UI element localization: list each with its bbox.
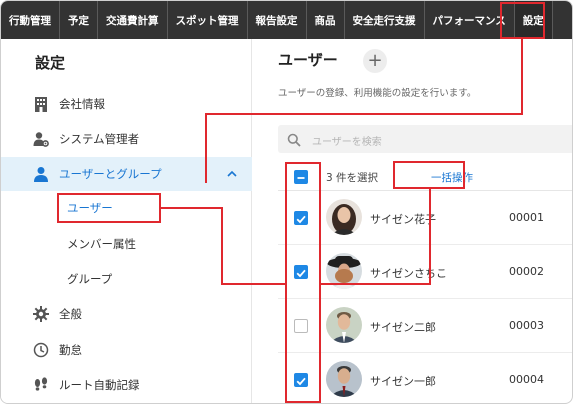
table-row[interactable]: サイゼン一郎 00004 (278, 353, 572, 403)
avatar (326, 361, 362, 397)
nav-item-products[interactable]: 商品 (307, 1, 345, 39)
table-row[interactable]: サイゼンさちこ 00002 (278, 245, 572, 299)
avatar (326, 199, 362, 235)
page-description: ユーザーの登録、利用機能の設定を行います。 (278, 88, 477, 99)
nav-item-safe-driving[interactable]: 安全走行支援 (345, 1, 425, 39)
sidebar-item-label: 会社情報 (59, 97, 105, 111)
sidebar-item-users-and-groups[interactable]: ユーザーとグループ (1, 157, 252, 191)
footprints-icon (33, 377, 49, 393)
user-code: 00002 (509, 265, 544, 278)
user-name: サイゼン二郎 (370, 321, 436, 334)
table-row[interactable]: サイゼン花子 00001 (278, 191, 572, 245)
building-icon (33, 96, 49, 112)
sidebar-item-general[interactable]: 全般 (1, 297, 252, 331)
search-icon (287, 132, 301, 151)
sidebar-item-auto-route[interactable]: ルート自動記録 (1, 368, 252, 402)
sidebar-item-label: グループ (67, 272, 113, 286)
annotation-line (521, 39, 523, 115)
annotation-line (205, 113, 207, 183)
annotation-line (321, 283, 431, 285)
add-user-button[interactable]: + (363, 49, 387, 73)
nav-item-activity[interactable]: 行動管理 (1, 1, 60, 39)
nav-item-report-settings[interactable]: 報告設定 (248, 1, 307, 39)
avatar (326, 307, 362, 343)
sidebar-item-label: ユーザーとグループ (59, 167, 162, 181)
annotation-box-users (57, 193, 161, 223)
user-name: サイゼン花子 (370, 213, 436, 226)
search-bar[interactable]: ユーザーを検索 (278, 125, 572, 153)
user-name: サイゼン一郎 (370, 375, 436, 388)
admin-user-gear-icon (33, 131, 49, 147)
user-code: 00004 (509, 373, 544, 386)
sidebar-item-label: 勤怠 (59, 343, 82, 357)
sidebar-item-attendance[interactable]: 勤怠 (1, 333, 252, 367)
search-input[interactable]: ユーザーを検索 (312, 133, 382, 148)
nav-item-transport-cost[interactable]: 交通費計算 (98, 1, 168, 39)
sidebar-subitem-groups[interactable]: グループ (1, 262, 252, 296)
table-row[interactable]: サイゼン二郎 00003 (278, 299, 572, 353)
sidebar-item-label: ルート自動記録 (59, 378, 140, 392)
annotation-line (221, 283, 285, 285)
sidebar-item-label: メンバー属性 (67, 237, 136, 251)
app-window: 行動管理 予定 交通費計算 スポット管理 報告設定 商品 安全走行支援 パフォー… (0, 0, 573, 404)
annotation-box-bulk-action (393, 161, 465, 189)
annotation-line (205, 113, 523, 115)
user-code: 00003 (509, 319, 544, 332)
sidebar-item-company[interactable]: 会社情報 (1, 87, 252, 121)
nav-item-schedule[interactable]: 予定 (60, 1, 98, 39)
annotation-line (429, 188, 431, 285)
annotation-line (221, 207, 223, 285)
chevron-up-icon (226, 168, 238, 180)
sidebar-item-label: システム管理者 (59, 132, 140, 146)
sidebar-subitem-member-attributes[interactable]: メンバー属性 (1, 227, 252, 261)
gear-icon (33, 306, 49, 322)
annotation-box-settings (500, 2, 545, 39)
user-code: 00001 (509, 211, 544, 224)
sidebar-title: 設定 (35, 54, 66, 72)
page-title: ユーザー (278, 51, 338, 69)
selected-count: 3 件を選択 (326, 172, 379, 184)
sidebar-item-label: 全般 (59, 307, 82, 321)
sidebar-item-system-admin[interactable]: システム管理者 (1, 122, 252, 156)
annotation-line (161, 207, 223, 209)
top-nav: 行動管理 予定 交通費計算 スポット管理 報告設定 商品 安全走行支援 パフォー… (1, 1, 572, 39)
clock-icon (33, 342, 49, 358)
user-name: サイゼンさちこ (370, 267, 447, 280)
annotation-box-checkboxes (285, 162, 321, 403)
nav-item-spot[interactable]: スポット管理 (168, 1, 248, 39)
person-icon (33, 166, 49, 182)
